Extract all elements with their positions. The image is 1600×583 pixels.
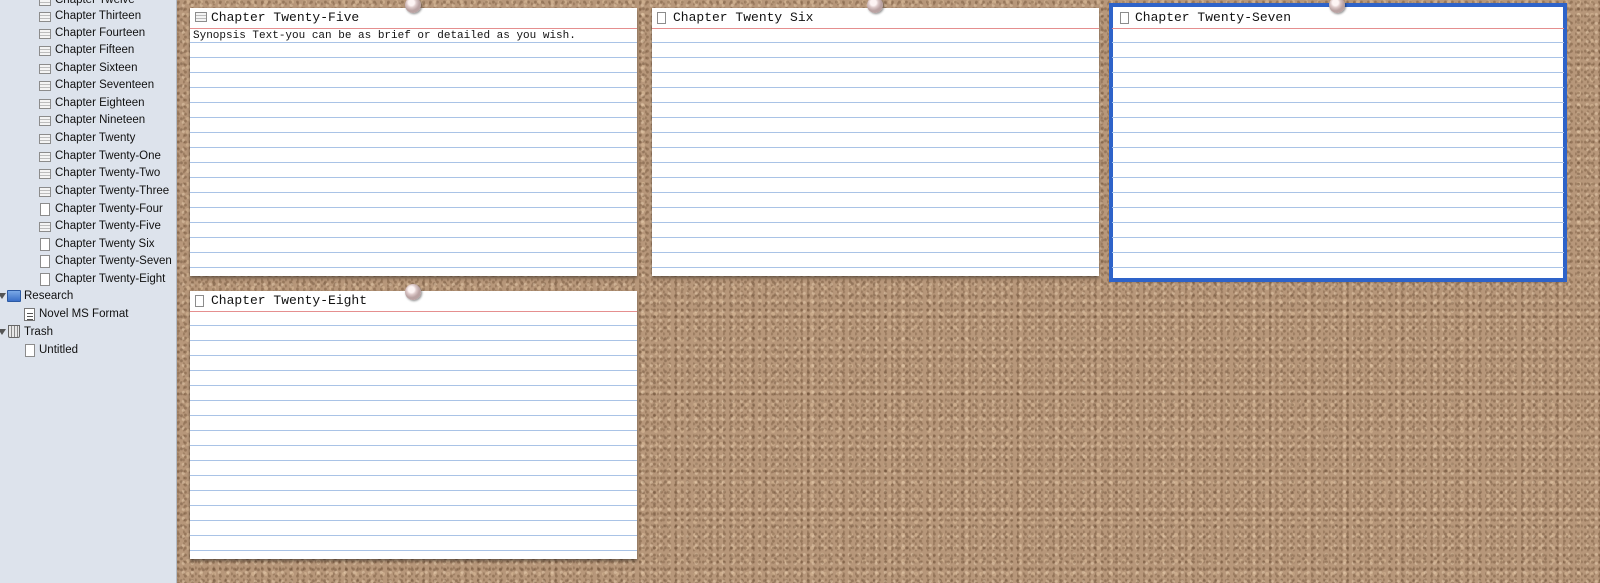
card-ruled-lines <box>652 28 1099 276</box>
binder-item[interactable]: Chapter Twenty-Two <box>0 165 176 182</box>
binder-item[interactable]: Chapter Twenty-Four <box>0 201 176 218</box>
blank-document-icon <box>40 273 50 286</box>
binder-item-label: Chapter Twenty-One <box>55 150 161 162</box>
card-title-rule <box>190 311 637 312</box>
document-lines-icon <box>39 169 51 179</box>
binder-item-label: Novel MS Format <box>39 308 129 320</box>
card-ruled-lines <box>190 311 637 559</box>
text-document-icon <box>24 308 35 321</box>
document-lines-icon <box>39 81 51 91</box>
binder-item[interactable]: Chapter Twenty <box>0 130 176 147</box>
binder-item[interactable]: Untitled <box>0 342 176 359</box>
card-title[interactable]: Chapter Twenty-Five <box>211 10 359 25</box>
binder-item-label: Chapter Fifteen <box>55 44 135 56</box>
binder-item[interactable]: Chapter Seventeen <box>0 77 176 94</box>
document-lines-icon <box>39 116 51 126</box>
blank-document-icon <box>1120 12 1129 24</box>
research-folder-icon <box>7 290 21 302</box>
binder-item[interactable]: Chapter Sixteen <box>0 60 176 77</box>
blank-document-icon <box>40 255 50 268</box>
disclosure-triangle-icon[interactable] <box>0 329 6 335</box>
binder-item-label: Chapter Seventeen <box>55 79 155 91</box>
card-title[interactable]: Chapter Twenty Six <box>673 10 813 25</box>
binder-item-label: Chapter Sixteen <box>55 62 138 74</box>
card-ruled-lines <box>190 28 637 276</box>
card-title-rule <box>652 28 1099 29</box>
blank-document-icon <box>40 203 50 216</box>
card-title-rule <box>190 28 637 29</box>
binder-item-label: Chapter Twenty Six <box>55 238 155 250</box>
binder-item-label: Chapter Twenty-Eight <box>55 273 166 285</box>
binder-item-label: Chapter Eighteen <box>55 97 145 109</box>
binder-item-label: Untitled <box>39 344 78 356</box>
binder-item[interactable]: Chapter Twenty-Seven <box>0 253 176 270</box>
binder-item[interactable]: Chapter Fifteen <box>0 42 176 59</box>
binder-item-label: Chapter Twenty-Five <box>55 220 161 232</box>
document-lines-icon <box>39 12 51 22</box>
binder-item[interactable]: Chapter Fourteen <box>0 25 176 42</box>
card-synopsis[interactable]: Synopsis Text-you can be as brief or det… <box>193 30 576 42</box>
binder-sidebar[interactable]: Chapter Twelve Chapter Thirteen Chapter … <box>0 0 177 583</box>
binder-item-label: Chapter Fourteen <box>55 27 146 39</box>
binder-item[interactable]: Chapter Twenty-One <box>0 148 176 165</box>
card-ruled-lines <box>1112 28 1564 279</box>
binder-item-label: Chapter Twenty-Four <box>55 203 163 215</box>
document-lines-icon <box>39 0 51 6</box>
document-lines-icon <box>39 46 51 56</box>
card-title[interactable]: Chapter Twenty-Eight <box>211 293 367 308</box>
document-lines-icon <box>39 64 51 74</box>
binder-folder-trash[interactable]: Trash <box>0 324 176 341</box>
index-card[interactable]: Chapter Twenty Six <box>652 8 1099 276</box>
blank-document-icon <box>195 295 204 307</box>
document-lines-icon <box>39 187 51 197</box>
binder-item-label: Chapter Twenty-Three <box>55 185 170 197</box>
push-pin-icon <box>405 284 421 300</box>
binder-item[interactable]: Chapter Twenty-Eight <box>0 271 176 288</box>
blank-document-icon <box>657 12 666 24</box>
card-title-rule <box>1112 28 1564 29</box>
index-card[interactable]: Chapter Twenty-Eight <box>190 291 637 559</box>
binder-folder-label: Trash <box>24 326 53 338</box>
card-title[interactable]: Chapter Twenty-Seven <box>1135 10 1291 25</box>
blank-document-icon <box>25 344 35 357</box>
binder-item-label: Chapter Twenty-Two <box>55 167 161 179</box>
index-card-selected[interactable]: Chapter Twenty-Seven <box>1109 3 1567 282</box>
binder-item-label: Chapter Twenty-Seven <box>55 255 172 267</box>
binder-item[interactable]: Novel MS Format <box>0 306 176 323</box>
binder-item[interactable]: Chapter Twenty-Five <box>0 218 176 235</box>
binder-item[interactable]: Chapter Eighteen <box>0 95 176 112</box>
binder-item-label: Chapter Nineteen <box>55 114 146 126</box>
binder-folder-research[interactable]: Research <box>0 288 176 305</box>
index-card[interactable]: Chapter Twenty-Five Synopsis Text-you ca… <box>190 8 637 276</box>
document-lines-icon <box>39 29 51 39</box>
document-lines-icon <box>39 152 51 162</box>
binder-item-label: Chapter Thirteen <box>55 10 142 22</box>
document-lines-icon <box>39 222 51 232</box>
binder-folder-label: Research <box>24 290 74 302</box>
binder-item[interactable]: Chapter Nineteen <box>0 112 176 129</box>
document-lines-icon <box>39 99 51 109</box>
binder-item[interactable]: Chapter Thirteen <box>0 8 176 25</box>
disclosure-triangle-icon[interactable] <box>0 293 6 299</box>
document-lines-icon <box>39 134 51 144</box>
binder-item-label: Chapter Twenty <box>55 132 136 144</box>
blank-document-icon <box>40 238 50 251</box>
trash-icon <box>8 325 20 338</box>
binder-item[interactable]: Chapter Twenty Six <box>0 236 176 253</box>
corkboard[interactable]: Chapter Twenty-Five Synopsis Text-you ca… <box>177 0 1600 583</box>
binder-item[interactable]: Chapter Twenty-Three <box>0 183 176 200</box>
document-lines-icon <box>195 12 207 22</box>
